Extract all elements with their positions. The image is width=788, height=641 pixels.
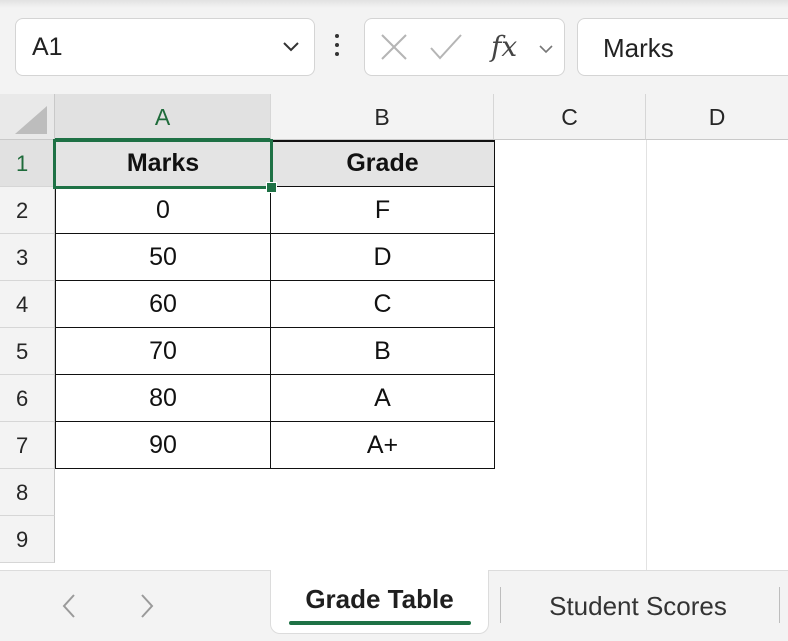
cell-b2[interactable]: F bbox=[271, 187, 495, 234]
cell-b5[interactable]: B bbox=[271, 328, 495, 375]
row-header-8[interactable]: 8 bbox=[0, 469, 55, 516]
fill-handle[interactable] bbox=[266, 182, 277, 193]
tab-grade-table-label: Grade Table bbox=[305, 584, 454, 614]
cell-b1[interactable]: Grade bbox=[271, 140, 495, 187]
cell-a5[interactable]: 70 bbox=[55, 328, 271, 375]
row-header-7[interactable]: 7 bbox=[0, 422, 55, 469]
formula-actions: fx bbox=[364, 18, 565, 76]
active-tab-indicator bbox=[289, 621, 471, 625]
tab-grade-table[interactable]: Grade Table bbox=[270, 570, 489, 634]
formula-input[interactable]: Marks bbox=[577, 18, 788, 76]
column-header-c[interactable]: C bbox=[494, 94, 646, 140]
cell-b4[interactable]: C bbox=[271, 281, 495, 328]
cancel-icon[interactable] bbox=[379, 32, 409, 62]
chevron-left-icon[interactable] bbox=[58, 591, 80, 621]
formula-value: Marks bbox=[603, 33, 674, 63]
row-header-5[interactable]: 5 bbox=[0, 328, 55, 375]
select-all-button[interactable] bbox=[0, 94, 55, 140]
row-header-2[interactable]: 2 bbox=[0, 187, 55, 234]
gridline bbox=[646, 140, 647, 570]
row-header-3[interactable]: 3 bbox=[0, 234, 55, 281]
chevron-down-icon[interactable] bbox=[280, 35, 302, 57]
cell-b3[interactable]: D bbox=[271, 234, 495, 281]
select-all-triangle-icon bbox=[15, 106, 47, 134]
ribbon-edge bbox=[0, 0, 788, 8]
name-box-value: A1 bbox=[32, 33, 63, 61]
tab-separator bbox=[779, 587, 780, 623]
column-header-d[interactable]: D bbox=[646, 94, 788, 140]
row-header-4[interactable]: 4 bbox=[0, 281, 55, 328]
row-header-9[interactable]: 9 bbox=[0, 516, 55, 563]
column-header-a[interactable]: A bbox=[55, 94, 271, 140]
row-header-6[interactable]: 6 bbox=[0, 375, 55, 422]
cell-a3[interactable]: 50 bbox=[55, 234, 271, 281]
cell-a7[interactable]: 90 bbox=[55, 422, 271, 469]
cell-b7[interactable]: A+ bbox=[271, 422, 495, 469]
enter-check-icon[interactable] bbox=[429, 32, 463, 62]
cell-b6[interactable]: A bbox=[271, 375, 495, 422]
name-box[interactable]: A1 bbox=[15, 18, 315, 76]
cell-a2[interactable]: 0 bbox=[55, 187, 271, 234]
column-header-b[interactable]: B bbox=[271, 94, 494, 140]
more-options-icon[interactable] bbox=[334, 34, 340, 58]
chevron-right-icon[interactable] bbox=[136, 591, 158, 621]
tab-separator bbox=[500, 587, 501, 623]
tab-student-scores[interactable]: Student Scores bbox=[508, 585, 768, 625]
fx-dropdown-chevron-icon[interactable] bbox=[538, 41, 554, 57]
insert-function-icon[interactable]: fx bbox=[491, 30, 517, 63]
row-header-1[interactable]: 1 bbox=[0, 140, 55, 187]
cell-a4[interactable]: 60 bbox=[55, 281, 271, 328]
active-cell-selection bbox=[53, 139, 273, 189]
worksheet-grid: A B C D 1 2 3 4 5 6 7 8 9 Marks Grade 0 … bbox=[0, 94, 788, 570]
formula-bar: A1 fx Marks bbox=[0, 0, 788, 94]
cell-a6[interactable]: 80 bbox=[55, 375, 271, 422]
sheet-tab-bar: Grade Table Student Scores bbox=[0, 570, 788, 641]
